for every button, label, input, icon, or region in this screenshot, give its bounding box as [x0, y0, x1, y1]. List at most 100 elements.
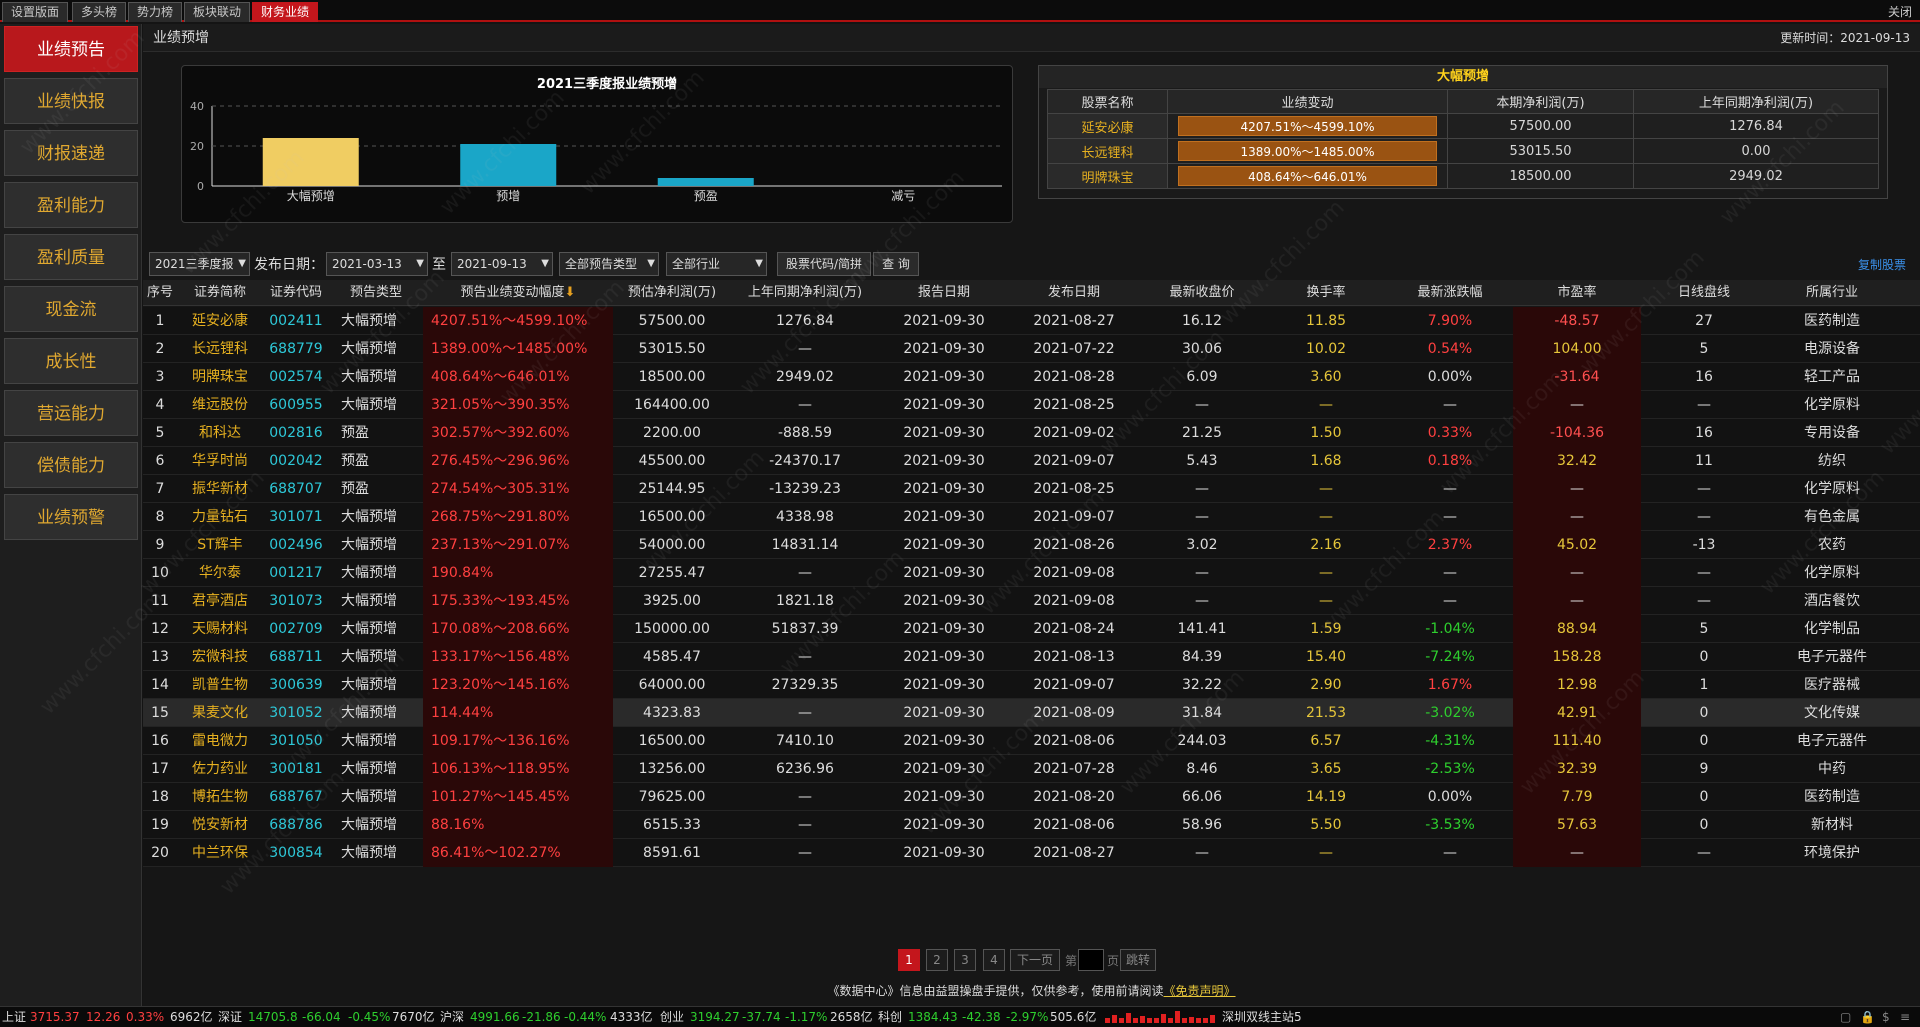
col-header-range[interactable]: 预告业绩变动幅度⬇: [423, 280, 613, 306]
stock-code[interactable]: 688707: [263, 475, 329, 503]
tab-bull-list[interactable]: 多头榜: [72, 2, 127, 22]
stock-name[interactable]: 天赐材料: [177, 615, 263, 643]
dollar-icon[interactable]: $: [1882, 1007, 1890, 1027]
summary-row[interactable]: 长远锂科 1389.00%～1485.00% 53015.50 0.00: [1047, 138, 1879, 164]
date-to-select[interactable]: 2021-09-13 ▼: [451, 252, 553, 276]
stock-code[interactable]: 301050: [263, 727, 329, 755]
tab-power-list[interactable]: 势力榜: [128, 2, 183, 22]
col-header-change[interactable]: 最新涨跌幅: [1387, 280, 1513, 306]
stock-code[interactable]: 002574: [263, 363, 329, 391]
table-row[interactable]: 3 明牌珠宝 002574 大幅预增 408.64%～646.01% 18500.00 29…: [143, 363, 1920, 391]
summary-row[interactable]: 明牌珠宝 408.64%～646.01% 18500.00 2949.02: [1047, 163, 1879, 189]
period-select[interactable]: 2021三季度报 ▼: [149, 252, 250, 276]
jump-button[interactable]: 跳转: [1120, 949, 1156, 971]
stock-name[interactable]: ST辉丰: [177, 531, 263, 559]
page-button-3[interactable]: 3: [954, 949, 976, 971]
table-row[interactable]: 14 凯普生物 300639 大幅预增 123.20%～145.16% 64000.00 2…: [143, 671, 1920, 699]
stock-search-input[interactable]: 股票代码/简拼: [777, 252, 871, 276]
col-header-pe[interactable]: 市盈率: [1513, 280, 1641, 306]
table-row[interactable]: 18 博拓生物 688767 大幅预增 101.27%～145.45% 79625.00 —…: [143, 783, 1920, 811]
page-button-2[interactable]: 2: [926, 949, 948, 971]
tab-sector-linkage[interactable]: 板块联动: [184, 2, 251, 22]
table-row[interactable]: 17 佐力药业 300181 大幅预增 106.13%～118.95% 13256.00 6…: [143, 755, 1920, 783]
copy-stocks-link[interactable]: 复制股票: [1858, 256, 1906, 273]
table-row[interactable]: 1 延安必康 002411 大幅预增 4207.51%～4599.10% 57500.00…: [143, 307, 1920, 335]
stock-code[interactable]: 300854: [263, 839, 329, 867]
stock-code[interactable]: 688767: [263, 783, 329, 811]
stock-name[interactable]: 维远股份: [177, 391, 263, 419]
summary-stock-name[interactable]: 明牌珠宝: [1047, 163, 1168, 189]
sidebar-item-operation[interactable]: 营运能力: [4, 390, 138, 436]
stock-name[interactable]: 和科达: [177, 419, 263, 447]
stock-code[interactable]: 002042: [263, 447, 329, 475]
table-row[interactable]: 9 ST辉丰 002496 大幅预增 237.13%～291.07% 54000.00 14…: [143, 531, 1920, 559]
page-button-1[interactable]: 1: [898, 949, 920, 971]
next-page-button[interactable]: 下一页: [1010, 949, 1060, 971]
stock-code[interactable]: 002411: [263, 307, 329, 335]
stock-name[interactable]: 君亭酒店: [177, 587, 263, 615]
date-from-select[interactable]: 2021-03-13 ▼: [326, 252, 428, 276]
query-button[interactable]: 查 询: [873, 252, 919, 276]
sidebar-item-express[interactable]: 业绩快报: [4, 78, 138, 124]
stock-name[interactable]: 振华新材: [177, 475, 263, 503]
col-header-prev-profit[interactable]: 上年同期净利润(万): [731, 280, 879, 306]
col-header-code[interactable]: 证券代码: [263, 280, 329, 306]
table-row[interactable]: 4 维远股份 600955 大幅预增 321.05%～390.35% 164400.00 —…: [143, 391, 1920, 419]
summary-stock-name[interactable]: 延安必康: [1047, 113, 1168, 139]
table-row[interactable]: 19 悦安新材 688786 大幅预增 88.16% 6515.33 — 2021-09-30…: [143, 811, 1920, 839]
stock-code[interactable]: 300181: [263, 755, 329, 783]
col-header-report-date[interactable]: 报告日期: [879, 280, 1009, 306]
table-row[interactable]: 6 华孚时尚 002042 预盈 276.45%～296.96% 45500.00 -243…: [143, 447, 1920, 475]
col-header-close[interactable]: 最新收盘价: [1139, 280, 1265, 306]
sidebar-item-profitability[interactable]: 盈利能力: [4, 182, 138, 228]
stock-name[interactable]: 延安必康: [177, 307, 263, 335]
stock-name[interactable]: 长远锂科: [177, 335, 263, 363]
stock-name[interactable]: 雷电微力: [177, 727, 263, 755]
stock-code[interactable]: 688779: [263, 335, 329, 363]
stock-name[interactable]: 果麦文化: [177, 699, 263, 727]
table-row[interactable]: 5 和科达 002816 预盈 302.57%～392.60% 2200.00 -888.5…: [143, 419, 1920, 447]
stock-code[interactable]: 301071: [263, 503, 329, 531]
close-button[interactable]: 关闭: [1888, 3, 1912, 20]
stock-name[interactable]: 中兰环保: [177, 839, 263, 867]
stock-code[interactable]: 001217: [263, 559, 329, 587]
window-icon[interactable]: ▢: [1840, 1007, 1851, 1027]
industry-select[interactable]: 全部行业 ▼: [666, 252, 767, 276]
col-header-publish-date[interactable]: 发布日期: [1009, 280, 1139, 306]
tab-layout-settings[interactable]: 设置版面: [2, 2, 69, 22]
stock-code[interactable]: 688786: [263, 811, 329, 839]
col-header-est-profit[interactable]: 预估净利润(万): [613, 280, 731, 306]
summary-stock-name[interactable]: 长远锂科: [1047, 138, 1168, 164]
lock-icon[interactable]: 🔒: [1860, 1007, 1875, 1027]
table-row[interactable]: 8 力量钻石 301071 大幅预增 268.75%～291.80% 16500.00 43…: [143, 503, 1920, 531]
stock-code[interactable]: 688711: [263, 643, 329, 671]
col-header-index[interactable]: 序号: [143, 280, 177, 306]
stock-code[interactable]: 301052: [263, 699, 329, 727]
menu-icon[interactable]: ≡: [1900, 1007, 1910, 1027]
stock-name[interactable]: 悦安新材: [177, 811, 263, 839]
table-row[interactable]: 12 天赐材料 002709 大幅预增 170.08%～208.66% 150000.00…: [143, 615, 1920, 643]
stock-name[interactable]: 力量钻石: [177, 503, 263, 531]
forecast-type-select[interactable]: 全部预告类型 ▼: [559, 252, 659, 276]
col-header-industry[interactable]: 所属行业: [1767, 280, 1897, 306]
page-button-4[interactable]: 4: [983, 949, 1005, 971]
col-header-days[interactable]: 日线盘线: [1641, 280, 1767, 306]
goto-page-input[interactable]: [1078, 949, 1104, 971]
stock-code[interactable]: 300639: [263, 671, 329, 699]
table-row[interactable]: 11 君亭酒店 301073 大幅预增 175.33%～193.45% 3925.00 18…: [143, 587, 1920, 615]
sidebar-item-growth[interactable]: 成长性: [4, 338, 138, 384]
sidebar-item-warning[interactable]: 业绩预警: [4, 494, 138, 540]
table-row[interactable]: 2 长远锂科 688779 大幅预增 1389.00%～1485.00% 53015.50…: [143, 335, 1920, 363]
table-row[interactable]: 7 振华新材 688707 预盈 274.54%～305.31% 25144.95 -132…: [143, 475, 1920, 503]
stock-name[interactable]: 华孚时尚: [177, 447, 263, 475]
stock-code[interactable]: 002816: [263, 419, 329, 447]
sidebar-item-solvency[interactable]: 偿债能力: [4, 442, 138, 488]
stock-code[interactable]: 301073: [263, 587, 329, 615]
col-header-turnover[interactable]: 换手率: [1265, 280, 1387, 306]
stock-name[interactable]: 明牌珠宝: [177, 363, 263, 391]
stock-code[interactable]: 600955: [263, 391, 329, 419]
col-header-type[interactable]: 预告类型: [329, 280, 423, 306]
stock-name[interactable]: 凯普生物: [177, 671, 263, 699]
summary-row[interactable]: 延安必康 4207.51%～4599.10% 57500.00 1276.84: [1047, 113, 1879, 139]
sidebar-item-report-express[interactable]: 财报速递: [4, 130, 138, 176]
